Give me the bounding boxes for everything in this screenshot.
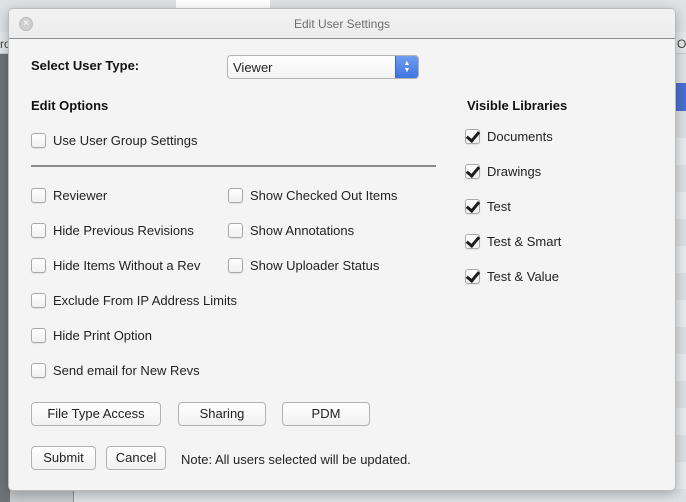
checkbox-label: Show Uploader Status <box>250 257 380 273</box>
checkbox-label: Hide Previous Revisions <box>53 222 194 238</box>
background-table-rows <box>676 111 686 502</box>
checkbox-box[interactable] <box>31 187 46 203</box>
background-selected-row <box>676 83 686 111</box>
file-type-access-button[interactable]: File Type Access <box>31 402 161 426</box>
show-checked-out-items-checkbox[interactable]: Show Checked Out Items <box>228 186 397 204</box>
checkbox-box[interactable] <box>228 187 243 203</box>
checkbox-label: Show Checked Out Items <box>250 187 398 203</box>
checkbox-box[interactable] <box>228 257 243 273</box>
checkbox-box[interactable] <box>228 222 243 238</box>
use-user-group-settings-checkbox[interactable]: Use User Group Settings <box>31 131 198 149</box>
edit-user-settings-dialog: × Edit User Settings Select User Type: V… <box>8 8 676 491</box>
user-type-select[interactable]: Viewer ▲ ▼ <box>227 55 419 79</box>
up-down-chevron-icon: ▲ ▼ <box>395 56 418 78</box>
submit-button[interactable]: Submit <box>31 446 96 470</box>
pdm-button[interactable]: PDM <box>282 402 370 426</box>
checkbox-label: Drawings <box>487 163 542 179</box>
library-test-smart-checkbox[interactable]: Test & Smart <box>465 232 561 250</box>
visible-libraries-heading: Visible Libraries <box>467 98 568 113</box>
checkbox-label: Show Annotations <box>250 222 355 238</box>
library-drawings-checkbox[interactable]: Drawings <box>465 162 541 180</box>
divider <box>31 165 436 167</box>
edit-options-heading: Edit Options <box>31 98 109 113</box>
checkbox-label: Test & Smart <box>487 233 562 249</box>
dialog-title: Edit User Settings <box>293 17 391 31</box>
hide-items-without-rev-checkbox[interactable]: Hide Items Without a Rev <box>31 256 200 274</box>
checkbox-box[interactable] <box>31 132 46 148</box>
checkbox-label: Send email for New Revs <box>53 362 200 378</box>
checkbox-box[interactable] <box>31 257 46 273</box>
checkbox-box[interactable] <box>465 233 480 249</box>
note-text: Note: All users selected will be updated… <box>181 452 411 467</box>
checkbox-label: Documents <box>487 128 553 144</box>
hide-print-option-checkbox[interactable]: Hide Print Option <box>31 326 152 344</box>
show-uploader-status-checkbox[interactable]: Show Uploader Status <box>228 256 379 274</box>
dialog-titlebar: × Edit User Settings <box>9 9 675 39</box>
checkbox-box[interactable] <box>31 327 46 343</box>
library-documents-checkbox[interactable]: Documents <box>465 127 553 145</box>
library-test-checkbox[interactable]: Test <box>465 197 511 215</box>
library-test-value-checkbox[interactable]: Test & Value <box>465 267 559 285</box>
cancel-button[interactable]: Cancel <box>106 446 166 470</box>
background-tab <box>176 0 270 8</box>
checkbox-label: Hide Print Option <box>53 327 152 343</box>
reviewer-checkbox[interactable]: Reviewer <box>31 186 107 204</box>
sharing-button[interactable]: Sharing <box>178 402 266 426</box>
exclude-ip-limits-checkbox[interactable]: Exclude From IP Address Limits <box>31 291 237 309</box>
show-annotations-checkbox[interactable]: Show Annotations <box>228 221 354 239</box>
user-type-value: Viewer <box>233 60 273 75</box>
hide-previous-revisions-checkbox[interactable]: Hide Previous Revisions <box>31 221 194 239</box>
checkbox-box[interactable] <box>465 268 480 284</box>
checkbox-label: Exclude From IP Address Limits <box>53 292 237 308</box>
checkbox-box[interactable] <box>465 128 480 144</box>
background-text-fragment: Op <box>677 37 686 51</box>
checkbox-box[interactable] <box>31 362 46 378</box>
checkbox-label: Use User Group Settings <box>53 132 198 148</box>
checkbox-label: Test <box>487 198 511 214</box>
checkbox-box[interactable] <box>31 292 46 308</box>
checkbox-label: Reviewer <box>53 187 108 203</box>
checkbox-label: Hide Items Without a Rev <box>53 257 201 273</box>
checkbox-box[interactable] <box>31 222 46 238</box>
select-user-type-label: Select User Type: <box>31 58 140 73</box>
send-email-new-revs-checkbox[interactable]: Send email for New Revs <box>31 361 200 379</box>
checkbox-box[interactable] <box>465 163 480 179</box>
checkbox-box[interactable] <box>465 198 480 214</box>
checkbox-label: Test & Value <box>487 268 560 284</box>
